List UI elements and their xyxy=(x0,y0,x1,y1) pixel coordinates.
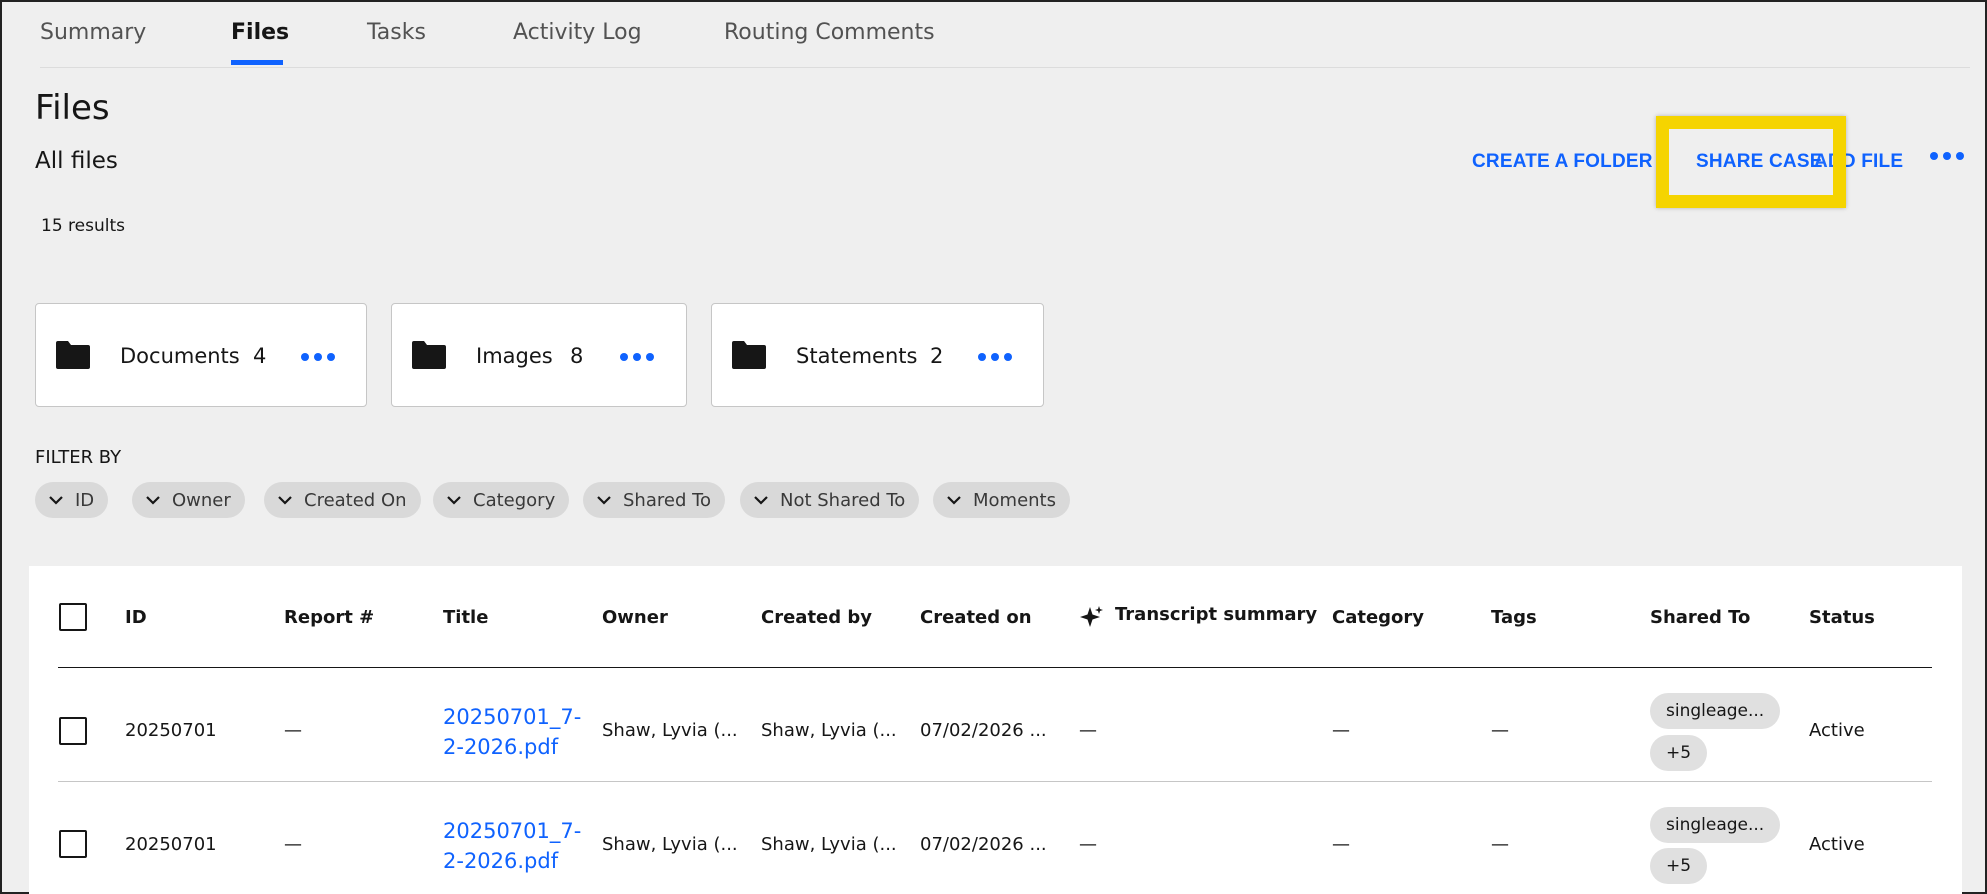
row-divider xyxy=(58,781,1932,782)
cell-tags: — xyxy=(1491,720,1509,741)
cell-transcript: — xyxy=(1079,720,1097,741)
folder-card-images[interactable]: Images 8 xyxy=(391,303,687,407)
cell-created-on: 07/02/2026 ... xyxy=(920,834,1047,855)
folder-count: 8 xyxy=(570,344,584,368)
cell-id: 20250701 xyxy=(125,720,217,741)
add-file-button[interactable]: ADD FILE xyxy=(1814,151,1903,173)
folder-name: Documents xyxy=(120,344,240,368)
column-header-created-on[interactable]: Created on xyxy=(920,607,1032,628)
column-header-report[interactable]: Report # xyxy=(284,607,374,628)
column-header-owner[interactable]: Owner xyxy=(602,607,668,628)
filter-chip-created-on[interactable]: Created On xyxy=(264,482,421,518)
tab-routing-comments[interactable]: Routing Comments xyxy=(724,20,935,45)
chevron-down-icon xyxy=(447,496,461,505)
overflow-menu-icon[interactable] xyxy=(978,353,1012,361)
cell-created-by: Shaw, Lyvia (... xyxy=(761,720,897,741)
chevron-down-icon xyxy=(754,496,768,505)
filter-chip-owner[interactable]: Owner xyxy=(132,482,245,518)
cell-owner: Shaw, Lyvia (... xyxy=(602,720,738,741)
filter-chip-category[interactable]: Category xyxy=(433,482,570,518)
filter-chip-label: ID xyxy=(75,489,95,511)
chevron-down-icon xyxy=(597,496,611,505)
row-checkbox[interactable] xyxy=(59,830,87,858)
tab-files[interactable]: Files xyxy=(231,20,289,45)
sparkle-icon xyxy=(1080,606,1103,627)
chevron-down-icon xyxy=(947,496,961,505)
cell-category: — xyxy=(1332,834,1350,855)
column-header-category[interactable]: Category xyxy=(1332,607,1424,628)
shared-to-more-tag[interactable]: +5 xyxy=(1650,848,1708,884)
chevron-down-icon xyxy=(146,496,160,505)
chevron-down-icon xyxy=(49,496,63,505)
chevron-down-icon xyxy=(278,496,292,505)
shared-to-tag[interactable]: singleage... xyxy=(1650,807,1781,843)
column-header-status[interactable]: Status xyxy=(1809,607,1875,628)
active-tab-indicator xyxy=(231,60,283,65)
overflow-menu-icon[interactable] xyxy=(1930,152,1964,160)
tab-summary[interactable]: Summary xyxy=(40,20,146,45)
share-case-button[interactable]: SHARE CASE xyxy=(1696,151,1823,173)
tab-bar: Summary Files Tasks Activity Log Routing… xyxy=(40,2,1970,68)
filter-chip-shared-to[interactable]: Shared To xyxy=(583,482,726,518)
folder-icon xyxy=(732,341,766,369)
overflow-menu-icon[interactable] xyxy=(301,353,335,361)
header-divider xyxy=(58,667,1932,668)
cell-transcript: — xyxy=(1079,834,1097,855)
tab-tasks[interactable]: Tasks xyxy=(367,20,426,45)
cell-category: — xyxy=(1332,720,1350,741)
cell-created-on: 07/02/2026 ... xyxy=(920,720,1047,741)
column-header-tags[interactable]: Tags xyxy=(1491,607,1537,628)
column-header-shared-to[interactable]: Shared To xyxy=(1650,607,1750,628)
file-title-link[interactable]: 20250701_7-2-2026.pdf xyxy=(443,702,583,762)
filter-chip-label: Moments xyxy=(973,489,1056,511)
column-header-id[interactable]: ID xyxy=(125,607,147,628)
cell-created-by: Shaw, Lyvia (... xyxy=(761,834,897,855)
filter-chip-label: Owner xyxy=(172,489,231,511)
filter-chip-label: Not Shared To xyxy=(780,489,906,511)
column-header-transcript-summary[interactable]: Transcript summary xyxy=(1115,604,1317,625)
row-checkbox[interactable] xyxy=(59,717,87,745)
folder-card-documents[interactable]: Documents 4 xyxy=(35,303,367,407)
filter-chip-id[interactable]: ID xyxy=(35,482,109,518)
folder-count: 4 xyxy=(253,344,267,368)
filter-chip-label: Shared To xyxy=(623,489,712,511)
filter-label: FILTER BY xyxy=(35,447,122,468)
select-all-checkbox[interactable] xyxy=(59,603,87,631)
cell-tags: — xyxy=(1491,834,1509,855)
folder-icon xyxy=(56,341,90,369)
page-title: Files xyxy=(35,88,110,128)
tab-activity-log[interactable]: Activity Log xyxy=(513,20,642,45)
folder-card-statements[interactable]: Statements 2 xyxy=(711,303,1044,407)
cell-status: Active xyxy=(1809,720,1865,741)
filter-chip-label: Created On xyxy=(304,489,407,511)
filter-chip-label: Category xyxy=(473,489,556,511)
folder-icon xyxy=(412,341,446,369)
cell-owner: Shaw, Lyvia (... xyxy=(602,834,738,855)
create-folder-button[interactable]: CREATE A FOLDER xyxy=(1472,151,1653,173)
folder-count: 2 xyxy=(930,344,944,368)
filter-chip-not-shared-to[interactable]: Not Shared To xyxy=(740,482,920,518)
column-header-title[interactable]: Title xyxy=(443,607,488,628)
column-header-created-by[interactable]: Created by xyxy=(761,607,872,628)
shared-to-more-tag[interactable]: +5 xyxy=(1650,735,1708,771)
folder-name: Images xyxy=(476,344,553,368)
results-count: 15 results xyxy=(41,216,125,236)
cell-id: 20250701 xyxy=(125,834,217,855)
filter-chip-moments[interactable]: Moments xyxy=(933,482,1070,518)
overflow-menu-icon[interactable] xyxy=(620,353,654,361)
cell-report: — xyxy=(284,834,302,855)
cell-report: — xyxy=(284,720,302,741)
folder-name: Statements xyxy=(796,344,918,368)
cell-status: Active xyxy=(1809,834,1865,855)
file-title-link[interactable]: 20250701_7-2-2026.pdf xyxy=(443,816,583,876)
shared-to-tag[interactable]: singleage... xyxy=(1650,693,1781,729)
section-title: All files xyxy=(35,148,118,174)
